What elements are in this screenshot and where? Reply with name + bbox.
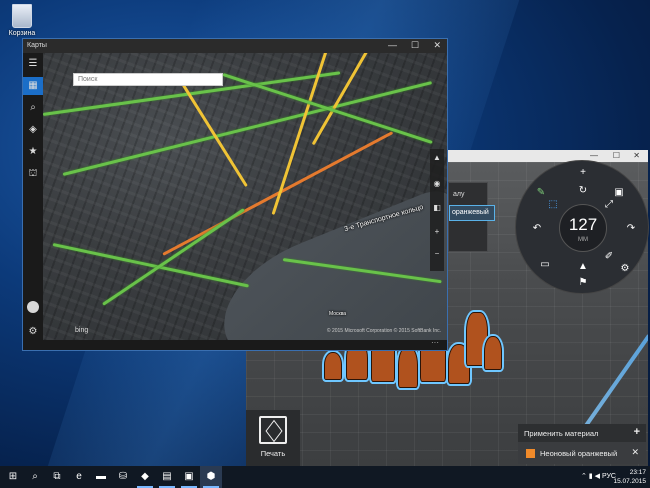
material-dropdown[interactable]: алу оранжевый (448, 182, 495, 252)
map-toolbar: ▲ ◉ ◧ + − (430, 149, 444, 271)
object-icon[interactable]: ▭ (538, 259, 552, 270)
start-button[interactable]: ⊞ (2, 466, 24, 488)
dimension-readout[interactable]: 127 ММ (559, 204, 607, 252)
maps-nav-rail: ☰ ▦ ⌕ ◈ ★ ⛫ ⚙ (23, 53, 43, 350)
clock-time: 23:17 (629, 469, 646, 476)
material-swatch (526, 449, 535, 458)
chevron-up-icon[interactable]: ⌃ (581, 473, 587, 480)
close-icon[interactable]: ✕ (633, 151, 640, 160)
settings-icon[interactable]: ⚙ (23, 323, 43, 341)
favorites-icon[interactable]: ★ (23, 143, 43, 161)
map-view[interactable]: Поиск 3-е Транспортное кольцо Москва ▲ ◉… (43, 53, 447, 350)
close-icon[interactable]: ✕ (433, 40, 441, 51)
apply-material-title: Применить материал (524, 429, 599, 438)
compass-icon[interactable]: ▲ (430, 153, 444, 162)
directions-icon[interactable]: ◈ (23, 121, 43, 139)
transform-wheel[interactable]: + ✎ ⬚ ↻ ▣ ⤢ ↶ ↷ ▭ ▲ ✐ ⚙ ⚑ 127 ММ (515, 160, 649, 294)
apply-material-header[interactable]: Применить материал + (518, 424, 646, 442)
print-3d-icon (259, 416, 287, 444)
taskbar-app-icon[interactable]: ◆ (134, 466, 156, 488)
material-item-label: Неоновый оранжевый (540, 449, 618, 458)
layers-icon[interactable]: ◧ (430, 203, 444, 212)
menu-icon[interactable]: ☰ (23, 55, 43, 73)
paint-icon[interactable]: ✎ (534, 187, 548, 198)
zoom-out-icon[interactable]: − (430, 249, 444, 258)
river-label: Москва (329, 311, 347, 317)
chess-pawn (484, 336, 502, 370)
search-icon[interactable]: ⌕ (24, 466, 46, 488)
explorer-icon[interactable]: ▬ (90, 466, 112, 488)
edit-icon[interactable]: ✐ (602, 251, 616, 262)
recycle-bin-label: Корзина (8, 30, 36, 37)
zoom-in-icon[interactable]: + (430, 227, 444, 236)
maps-window[interactable]: Карты — ☐ ✕ ☰ ▦ ⌕ ◈ ★ ⛫ ⚙ Поиск 3-е Тран… (22, 38, 448, 351)
taskbar-app-icon[interactable]: ▣ (178, 466, 200, 488)
maximize-icon[interactable]: ☐ (411, 40, 419, 51)
chess-pawn (324, 352, 342, 380)
rotate-icon[interactable]: ↻ (576, 185, 590, 196)
dimension-value: 127 (568, 215, 598, 234)
print-button[interactable]: Печать (246, 410, 300, 466)
task-view-icon[interactable]: ⧉ (46, 466, 68, 488)
taskbar-3d-builder-icon[interactable]: ⬢ (200, 466, 222, 488)
volume-icon[interactable]: ◀ (595, 473, 600, 480)
bing-logo: bing (75, 327, 89, 334)
move-icon[interactable]: ▲ (576, 261, 590, 272)
clock-date: 15.07.2015 (613, 478, 646, 485)
search-input[interactable]: Поиск (73, 73, 223, 86)
search-icon[interactable]: ⌕ (23, 99, 43, 117)
material-dropdown-selected[interactable]: оранжевый (449, 205, 495, 221)
material-item[interactable]: Неоновый оранжевый ✕ (518, 442, 646, 464)
remove-material-icon[interactable]: ✕ (631, 447, 639, 458)
network-icon[interactable]: ▮ (589, 473, 593, 480)
add-material-icon[interactable]: + (634, 426, 640, 438)
flag-icon[interactable]: ⚑ (576, 277, 590, 288)
location-icon[interactable]: ◉ (430, 179, 444, 188)
maps-title: Карты (27, 42, 47, 49)
add-icon[interactable]: + (576, 167, 590, 178)
redo-icon[interactable]: ↷ (624, 223, 638, 234)
copyright-text: © 2015 Microsoft Corporation © 2015 Soft… (326, 328, 441, 334)
undo-icon[interactable]: ↶ (530, 223, 544, 234)
3d-city-icon[interactable]: ⛫ (23, 165, 43, 183)
minimize-icon[interactable]: — (388, 40, 397, 50)
maximize-icon[interactable]: ☐ (613, 151, 620, 160)
material-dropdown-label: алу (453, 191, 465, 198)
maps-bottom-bar: ··· (23, 338, 447, 350)
clock[interactable]: 23:17 15.07.2015 (613, 468, 646, 486)
edge-icon[interactable]: e (68, 466, 90, 488)
taskbar-app-icon[interactable]: ▤ (156, 466, 178, 488)
tray-icons[interactable]: ⌃ ▮ ◀ РУС (581, 472, 616, 480)
apply-material-panel: Применить материал + Неоновый оранжевый … (518, 424, 646, 464)
settings-icon[interactable]: ⚙ (618, 263, 632, 274)
save-icon[interactable]: ▣ (612, 187, 626, 198)
dimension-unit: ММ (578, 237, 588, 243)
minimize-icon[interactable]: — (590, 151, 598, 160)
scale-icon[interactable]: ⤢ (602, 199, 616, 210)
store-icon[interactable]: ⛁ (112, 466, 134, 488)
recycle-bin-icon (12, 4, 32, 28)
print-button-label: Печать (260, 449, 286, 458)
avatar[interactable] (27, 301, 39, 313)
select-icon[interactable]: ⬚ (546, 199, 560, 210)
more-icon[interactable]: ··· (431, 338, 439, 347)
chess-pawn (398, 346, 418, 388)
map-icon[interactable]: ▦ (23, 77, 43, 95)
recycle-bin-shortcut[interactable]: Корзина (4, 4, 40, 37)
maps-titlebar[interactable]: Карты — ☐ ✕ (23, 39, 447, 53)
taskbar: ⊞ ⌕ ⧉ e ▬ ⛁ ◆ ▤ ▣ ⬢ ⌃ ▮ ◀ РУС 23:17 15.0… (0, 466, 650, 488)
